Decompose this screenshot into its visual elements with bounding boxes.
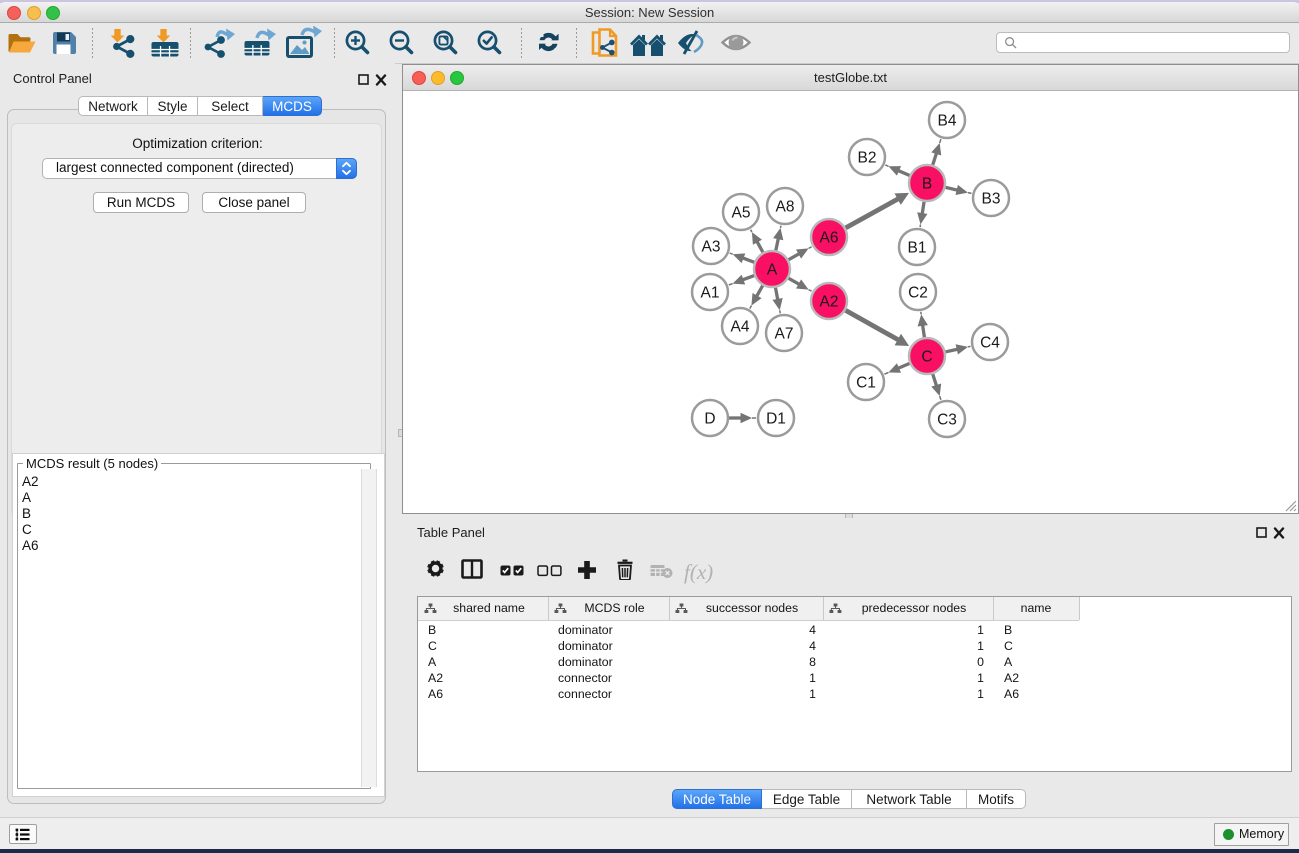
svg-text:C: C xyxy=(921,349,932,366)
svg-text:D: D xyxy=(704,411,715,428)
svg-text:A6: A6 xyxy=(820,230,839,247)
svg-text:C4: C4 xyxy=(980,335,1000,352)
svg-text:A3: A3 xyxy=(702,239,721,256)
svg-text:B3: B3 xyxy=(982,191,1001,208)
svg-text:B4: B4 xyxy=(938,113,957,130)
svg-text:A4: A4 xyxy=(731,319,750,336)
svg-text:A2: A2 xyxy=(820,294,839,311)
svg-text:A: A xyxy=(767,262,778,279)
svg-text:A8: A8 xyxy=(776,199,795,216)
svg-text:D1: D1 xyxy=(766,411,786,428)
svg-text:B2: B2 xyxy=(858,150,877,167)
svg-text:C3: C3 xyxy=(937,412,957,429)
svg-text:B1: B1 xyxy=(908,240,927,257)
svg-text:B: B xyxy=(922,176,932,193)
svg-text:C1: C1 xyxy=(856,375,876,392)
svg-text:C2: C2 xyxy=(908,285,928,302)
svg-text:A5: A5 xyxy=(732,205,751,222)
svg-text:A7: A7 xyxy=(775,326,794,343)
svg-text:A1: A1 xyxy=(701,285,720,302)
